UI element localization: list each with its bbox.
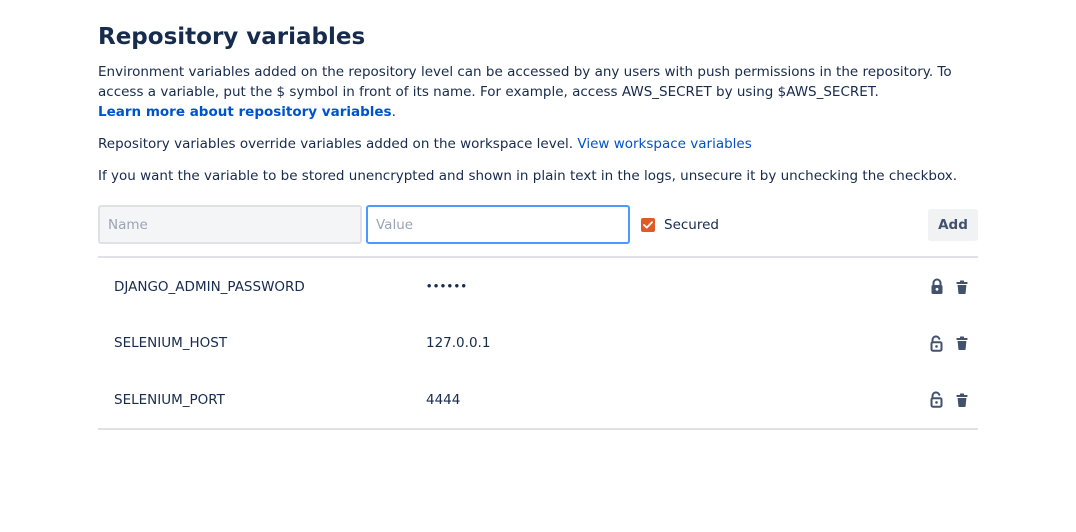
view-workspace-variables-link[interactable]: View workspace variables [577,136,751,152]
description-access-text: Environment variables added on the repos… [98,64,952,100]
variable-row: SELENIUM_PORT 4444 [98,372,978,429]
variable-name: SELENIUM_PORT [114,391,225,408]
unlock-icon[interactable] [928,333,946,353]
trash-icon[interactable] [954,391,970,409]
lock-icon[interactable] [928,277,946,297]
variable-value-input[interactable] [366,205,630,244]
secured-checkbox[interactable] [641,218,655,232]
variable-name: SELENIUM_HOST [114,335,228,352]
variable-row: SELENIUM_HOST 127.0.0.1 [98,315,978,372]
variable-value: 4444 [426,391,461,408]
description-override-text: Repository variables override variables … [98,136,578,152]
secured-checkbox-field[interactable]: Secured [641,215,719,235]
trash-icon[interactable] [954,334,970,352]
description-override: Repository variables override variables … [98,134,978,154]
description-access: Environment variables added on the repos… [98,62,978,122]
trash-icon[interactable] [954,278,970,296]
variable-name: DJANGO_ADMIN_PASSWORD [114,278,305,295]
unlock-icon[interactable] [928,390,946,410]
repository-variables-page: Repository variables Environment variabl… [0,0,1076,532]
variable-row: DJANGO_ADMIN_PASSWORD •••••• [98,258,978,315]
description-unsecure: If you want the variable to be stored un… [98,168,958,184]
variable-value: •••••• [426,281,468,292]
learn-more-suffix: . [391,104,396,120]
page-title: Repository variables [98,24,366,50]
learn-more-link[interactable]: Learn more about repository variables [98,104,392,120]
variable-name-input[interactable] [98,205,362,244]
variable-value: 127.0.0.1 [426,335,491,352]
checkmark-icon [643,221,653,229]
secured-label: Secured [664,217,719,233]
variables-table: DJANGO_ADMIN_PASSWORD •••••• SELENIUM_HO… [98,256,978,430]
add-variable-button[interactable]: Add [928,209,978,241]
